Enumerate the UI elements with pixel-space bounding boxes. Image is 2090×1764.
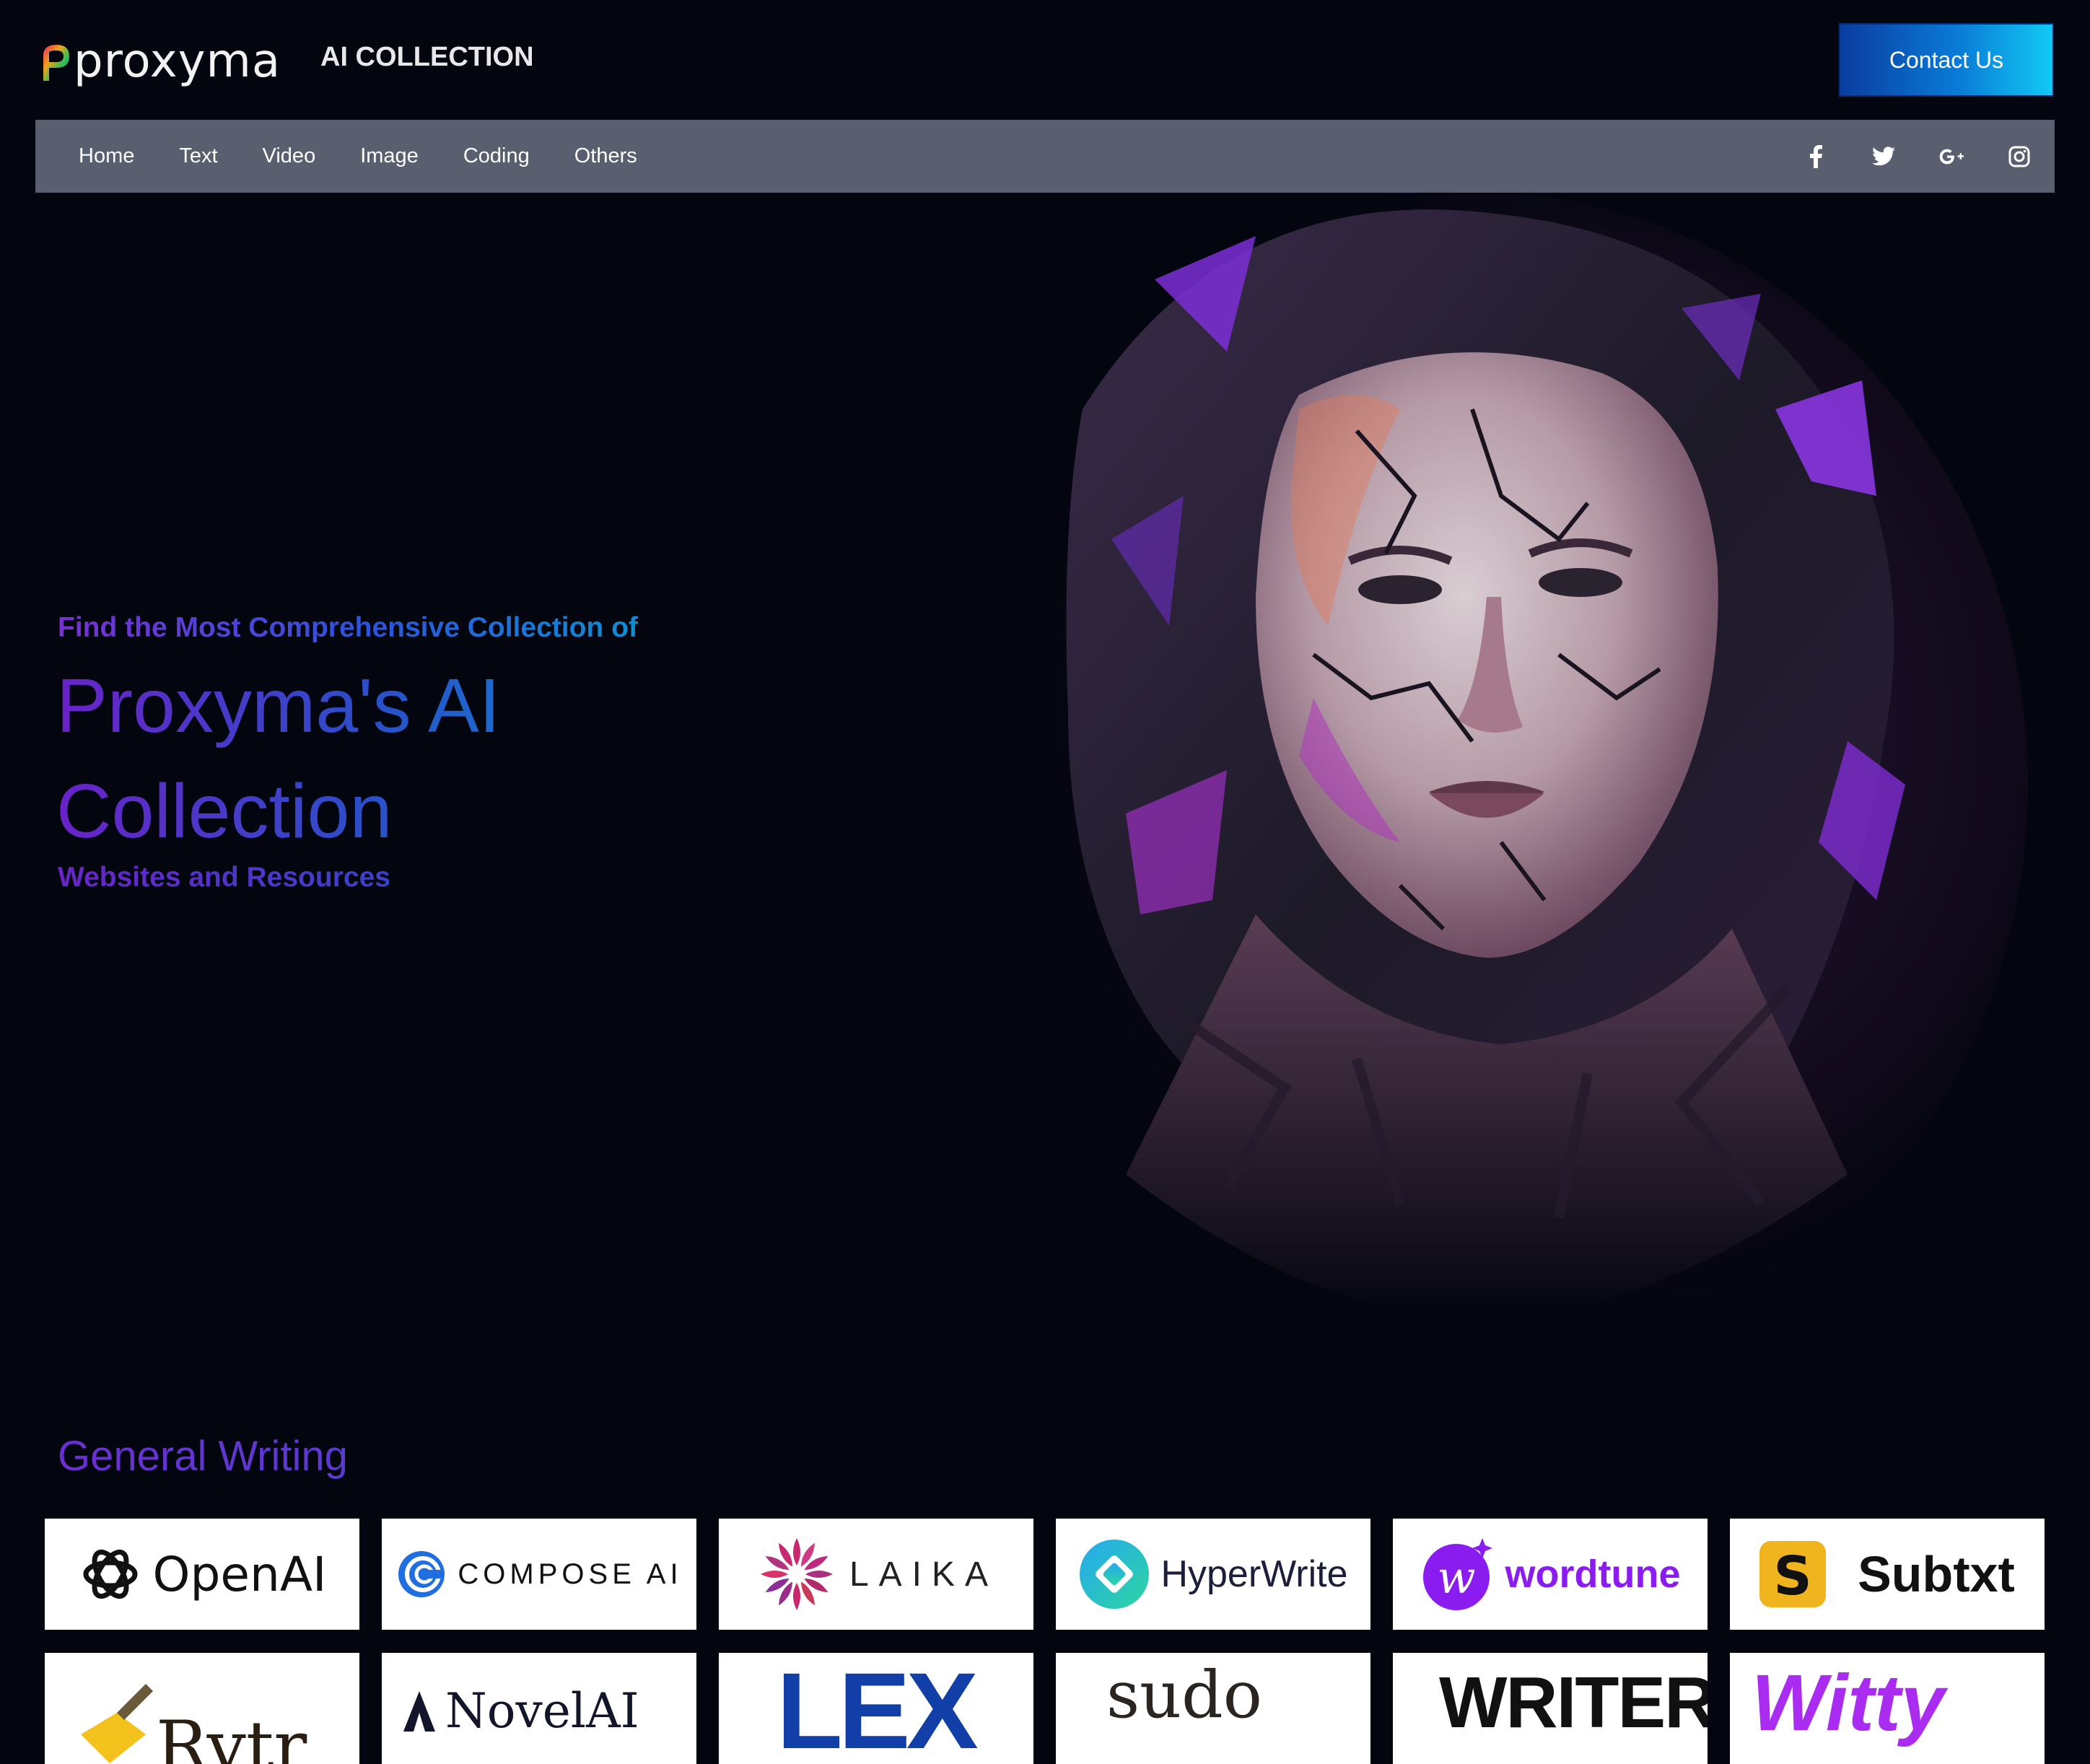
tool-card-openai[interactable]: OpenAI [45,1519,359,1630]
google-plus-icon[interactable] [1939,144,1964,169]
tool-card-writer[interactable]: WRITER [1393,1653,1708,1764]
tool-card-rytr[interactable]: Rytr [45,1653,359,1764]
facebook-icon[interactable] [1803,144,1828,169]
brand-logo[interactable]: proxyma [38,36,281,87]
tool-name: HyperWrite [1160,1553,1348,1595]
tool-name: Subtxt [1858,1546,2015,1602]
nav-home[interactable]: Home [79,144,134,168]
site-tagline: AI COLLECTION [320,42,534,72]
hero-eyebrow: Find the Most Comprehensive Collection o… [58,612,638,643]
tool-name: LAIKA [849,1555,999,1594]
subtxt-logo-icon: S [1759,1541,1827,1607]
tool-card-novelai[interactable]: NovelAI [382,1653,696,1764]
wordtune-logo-icon: w [1422,1538,1492,1610]
tool-card-lex[interactable]: LEX [719,1653,1033,1764]
contact-us-button[interactable]: Contact Us [1839,23,2054,97]
tool-card-subtxt[interactable]: S Subtxt [1730,1519,2045,1630]
tool-name: Rytr [156,1706,307,1764]
svg-text:w: w [1437,1551,1475,1604]
tool-name: wordtune [1505,1553,1681,1596]
tool-name: Witty [1752,1659,1945,1747]
main-navigation: Home Text Video Image Coding Others [35,120,2055,193]
nav-text[interactable]: Text [179,144,217,168]
nav-others[interactable]: Others [574,144,637,168]
openai-logo-icon [83,1549,138,1599]
tool-card-sudo[interactable]: sudo [1056,1653,1370,1764]
hero-portrait-artwork [931,193,2028,1376]
laika-logo-icon [760,1538,833,1610]
hero-title: Proxyma's AI Collection [56,653,634,864]
tool-name: COMPOSE AI [458,1558,683,1590]
compose-ai-logo-icon [398,1551,445,1597]
hero-subtitle: Websites and Resources [58,862,390,893]
social-links [1803,120,2032,193]
tool-card-wordtune[interactable]: w wordtune [1393,1519,1708,1630]
instagram-icon[interactable] [2007,144,2032,169]
logo-mark-icon [43,45,69,81]
nav-image[interactable]: Image [360,144,419,168]
tool-card-hyperwrite[interactable]: HyperWrite [1056,1519,1370,1630]
tool-name: OpenAI [152,1546,327,1602]
nav-coding[interactable]: Coding [463,144,530,168]
twitter-icon[interactable] [1871,144,1896,169]
tool-name: WRITER [1439,1662,1708,1743]
novelai-logo-icon [403,1690,435,1732]
logo-wordmark: proxyma [74,35,281,88]
nav-video[interactable]: Video [263,144,316,168]
tool-name: NovelAI [445,1683,639,1739]
nav-links: Home Text Video Image Coding Others [79,120,637,193]
svg-text:S: S [1773,1545,1811,1607]
section-title: General Writing [58,1433,348,1480]
tool-card-witty[interactable]: Witty [1730,1653,2045,1764]
hyperwrite-logo-icon [1080,1540,1150,1609]
tool-name: sudo [1106,1657,1262,1733]
rytr-logo-icon [81,1684,153,1763]
tool-card-compose-ai[interactable]: COMPOSE AI [382,1519,696,1630]
tool-name: LEX [777,1653,979,1764]
tool-grid: OpenAI COMPOSE AI LAIKA HyperWrite w wor… [45,1519,2045,1764]
tool-card-laika[interactable]: LAIKA [719,1519,1033,1630]
